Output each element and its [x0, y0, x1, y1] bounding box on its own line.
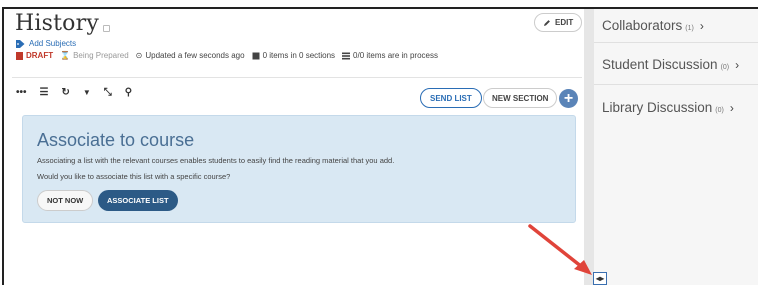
sidebar-item-label: Library Discussion: [602, 100, 713, 115]
being-prepared-label: Being Prepared: [73, 51, 129, 60]
sidebar-separator: [594, 42, 758, 43]
book-icon: [252, 52, 260, 59]
expand-collapse-handle[interactable]: ◂▸: [593, 272, 607, 285]
being-prepared-status: ⌛ Being Prepared: [60, 51, 129, 60]
view-list-icon[interactable]: ☰: [40, 87, 49, 98]
process-label: 0/0 items are in process: [353, 51, 438, 60]
items-label: 0 items in 0 sections: [262, 51, 336, 60]
items-count: 0 items in 0 sections: [252, 51, 335, 60]
associate-list-button[interactable]: ASSOCIATE LIST: [98, 190, 178, 211]
sidebar-item-count: (1): [685, 25, 694, 32]
sidebar-item-label: Student Discussion: [602, 57, 718, 72]
sidebar-item-count: (0): [720, 64, 730, 71]
send-list-button[interactable]: SEND LIST: [420, 88, 482, 108]
add-subjects-label: Add Subjects: [29, 39, 77, 48]
associate-course-panel: Associate to course Associating a list w…: [22, 115, 576, 223]
sidebar-item-student-discussion[interactable]: Student Discussion (0) ›: [602, 57, 739, 72]
updated-label: Updated a few seconds ago: [145, 51, 245, 60]
add-subjects-link[interactable]: Add Subjects: [16, 39, 76, 48]
draft-label: DRAFT: [26, 51, 54, 60]
more-icon[interactable]: •••: [16, 87, 27, 98]
sidebar-item-library-discussion[interactable]: Library Discussion (0) ›: [602, 100, 734, 115]
updated-status: ⊙ Updated a few seconds ago: [136, 51, 245, 60]
not-now-button[interactable]: NOT NOW: [37, 190, 94, 211]
list-toolbar: ••• ☰ ↻ ▼ ⤡ ⚲: [16, 87, 132, 98]
title-row: History: [15, 11, 110, 36]
sidebar-separator: [594, 84, 758, 85]
annotation-arrow: [528, 224, 592, 275]
refresh-icon[interactable]: ↻: [61, 87, 69, 98]
associate-title: Associate to course: [37, 130, 195, 150]
list-icon: [342, 52, 351, 59]
chevron-right-icon: ›: [699, 19, 704, 33]
tag-icon: [16, 39, 25, 48]
pencil-icon: [544, 19, 550, 26]
sidebar-item-count: (0): [715, 107, 724, 114]
page-title: History: [15, 11, 99, 36]
new-section-button[interactable]: NEW SECTION: [483, 88, 558, 108]
copy-icon[interactable]: [102, 25, 110, 32]
sidebar-item-label: Collaborators: [602, 18, 683, 33]
edit-button[interactable]: EDIT: [534, 13, 583, 32]
clock-icon: ⊙: [135, 51, 143, 60]
collapse-icon[interactable]: ⤡: [104, 87, 112, 98]
process-status: 0/0 items are in process: [342, 51, 438, 60]
right-sidebar: Collaborators (1) › Student Discussion (…: [594, 9, 758, 285]
sidebar-item-collaborators[interactable]: Collaborators (1) ›: [602, 18, 704, 33]
divider-line: [12, 77, 582, 78]
main-panel: History EDIT Add Subjects DRAFT ⌛ Being …: [6, 9, 584, 285]
document-icon: [16, 51, 23, 60]
associate-description: Associating a list with the relevant cou…: [37, 156, 395, 165]
search-icon[interactable]: ⚲: [125, 87, 132, 98]
filter-icon[interactable]: ▼: [83, 88, 91, 97]
hourglass-icon: ⌛: [60, 51, 71, 60]
edit-label: EDIT: [555, 18, 574, 27]
draft-status: DRAFT: [16, 51, 53, 60]
list-status-bar: DRAFT ⌛ Being Prepared ⊙ Updated a few s…: [16, 51, 438, 60]
chevron-right-icon: ›: [729, 101, 734, 115]
chevron-right-icon: ›: [735, 58, 740, 72]
add-item-button[interactable]: +: [559, 89, 578, 108]
associate-question: Would you like to associate this list wi…: [37, 172, 231, 181]
